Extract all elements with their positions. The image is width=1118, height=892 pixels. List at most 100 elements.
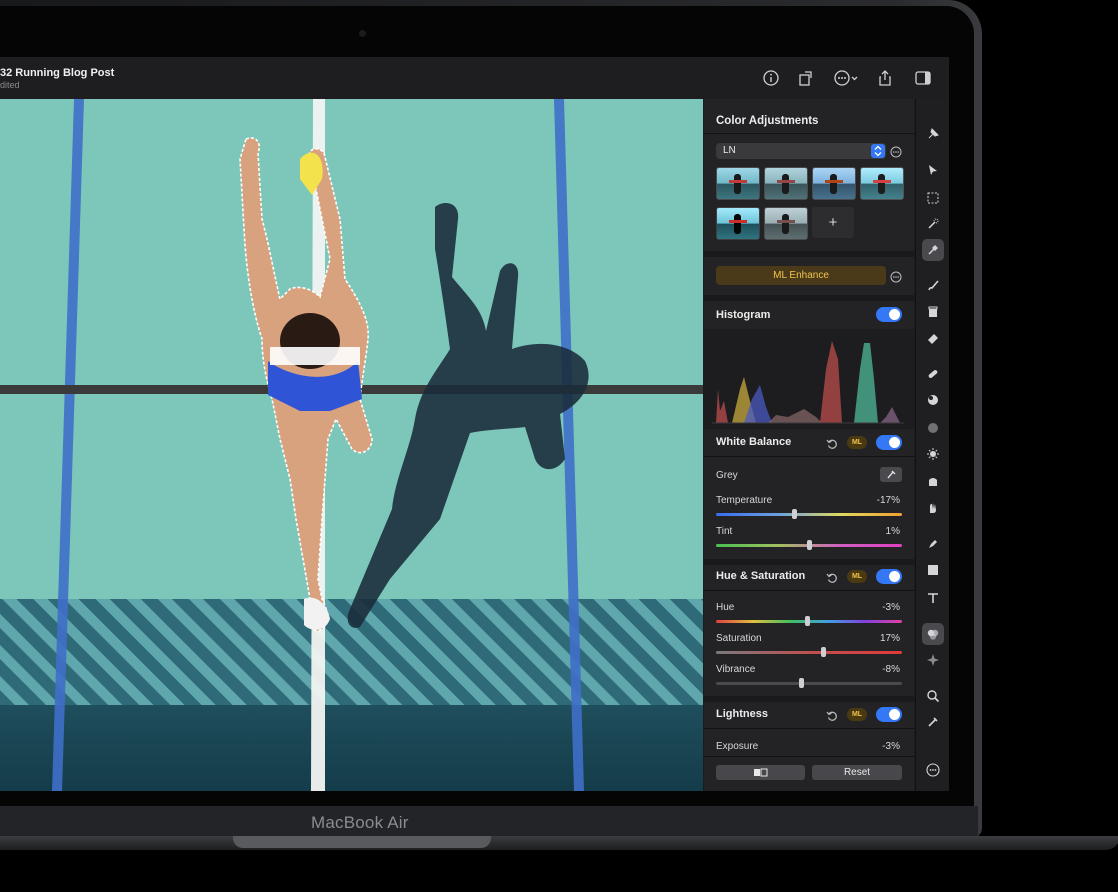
laptop-notch [233,836,491,848]
preset-select-value: LN [723,145,736,156]
divider [704,590,914,591]
histogram-graph [712,341,904,424]
divider [704,728,914,729]
arrow-select-icon[interactable] [922,159,944,181]
white-balance-title: White Balance [716,436,792,448]
text-icon[interactable] [922,587,944,609]
effects-icon[interactable] [922,649,944,671]
ml-badge[interactable]: ML [847,436,867,449]
slider-label: Temperature [716,495,773,506]
preset-thumbnail[interactable] [860,167,904,200]
more-tools-icon[interactable] [922,759,944,781]
clone-icon[interactable] [922,389,944,411]
slider-value: -8% [882,664,900,675]
histogram-panel [704,329,914,429]
saturation-slider[interactable] [716,647,902,657]
document-title: 32 Running Blog Post [0,67,115,79]
laptop-base [0,836,1118,850]
histogram-title: Histogram [716,309,771,321]
hue-slider[interactable] [716,616,902,626]
pen-icon[interactable] [922,533,944,555]
tool-rail [915,99,949,791]
more-icon[interactable] [833,69,859,87]
sidebar-icon[interactable] [914,69,932,87]
grey-label: Grey [716,470,738,481]
slider-label: Exposure [716,741,759,752]
ml-enhance-more-icon[interactable] [890,270,902,283]
slider-knob[interactable] [799,678,805,688]
divider [704,295,914,301]
divider [704,251,914,257]
blur-icon[interactable] [922,417,944,439]
slider-value: -3% [882,602,900,613]
lightness-toggle[interactable] [876,707,902,722]
preset-thumbnail[interactable] [764,207,808,240]
eraser-icon[interactable] [922,327,944,349]
sun-icon[interactable] [922,443,944,465]
color-adjust-icon[interactable] [922,623,944,645]
chevron-updown-icon [871,144,885,158]
tint-slider[interactable] [716,540,902,550]
histogram-toggle[interactable] [876,307,902,322]
shape-icon[interactable] [922,559,944,581]
photo-canvas[interactable] [0,99,703,791]
slider-knob[interactable] [804,616,810,626]
brush-icon[interactable] [922,275,944,297]
eyedropper-icon [887,470,896,479]
magic-select-icon[interactable] [922,213,944,235]
brand-label: MacBook Air [311,813,409,832]
reset-icon[interactable] [826,437,838,449]
ml-badge[interactable]: ML [847,708,867,721]
preset-more-icon[interactable] [890,145,902,158]
preset-thumbnail[interactable] [764,167,808,200]
bucket-icon[interactable] [922,301,944,323]
smudge-icon[interactable] [922,497,944,519]
slider-knob[interactable] [791,509,797,519]
split-compare-icon [754,768,768,777]
lightness-title: Lightness [716,708,768,720]
temperature-slider[interactable] [716,509,902,519]
divider [704,559,914,565]
preset-thumbnail[interactable] [716,167,760,200]
ml-select-icon[interactable] [922,239,944,261]
eyedropper-icon[interactable] [922,711,944,733]
preset-select[interactable]: LN [716,143,886,159]
photo-image [0,99,703,791]
reset-icon[interactable] [826,709,838,721]
ml-badge[interactable]: ML [847,570,867,583]
preset-thumbnail[interactable] [716,207,760,240]
document-subtitle: dited [0,80,20,90]
info-icon[interactable] [762,69,780,87]
inspector-panel: Color Adjustments LN + ML Enhance Histog… [704,99,914,791]
rotate-icon[interactable] [797,69,815,87]
marquee-select-icon[interactable] [922,187,944,209]
slider-knob[interactable] [806,540,812,550]
hue-saturation-toggle[interactable] [876,569,902,584]
sponge-icon[interactable] [922,471,944,493]
add-preset-button[interactable]: + [812,207,854,238]
slider-value: 17% [879,633,900,644]
slider-label: Saturation [716,633,762,644]
ml-enhance-button[interactable]: ML Enhance [716,266,886,285]
reset-button[interactable]: Reset [812,765,902,780]
slider-value: -3% [882,741,900,752]
zoom-icon[interactable] [922,685,944,707]
reset-icon[interactable] [826,571,838,583]
white-balance-toggle[interactable] [876,435,902,450]
bandage-icon[interactable] [922,363,944,385]
slider-label: Hue [716,602,735,613]
titlebar: 32 Running Blog Post dited [0,57,949,99]
panel-footer: Reset [704,756,914,791]
eyedropper-button[interactable] [880,467,902,482]
slider-knob[interactable] [821,647,827,657]
divider [704,696,914,702]
share-icon[interactable] [876,69,894,87]
hue-saturation-title: Hue & Saturation [716,570,806,582]
pin-icon[interactable] [922,123,944,145]
app-window: 32 Running Blog Post dited Color Adjustm… [0,57,949,791]
slider-label: Vibrance [716,664,756,675]
preset-thumbnail[interactable] [812,167,856,200]
divider [704,456,914,457]
vibrance-slider[interactable] [716,678,902,688]
compare-button[interactable] [716,765,805,780]
